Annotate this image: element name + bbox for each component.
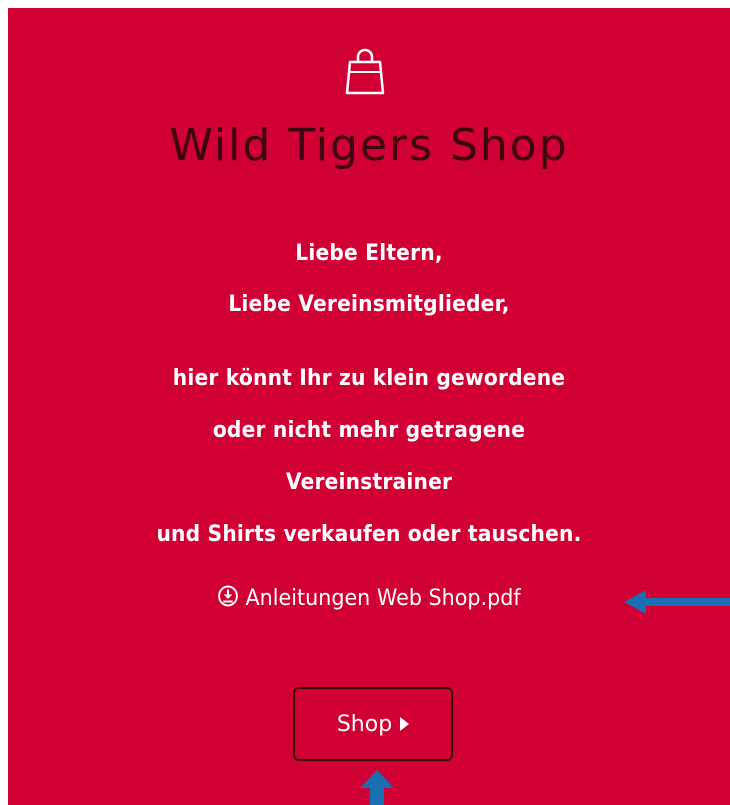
shop-panel: Wild Tigers Shop Liebe Eltern, Liebe Ver… (8, 8, 730, 805)
download-circle-icon (217, 585, 238, 607)
greeting-text: Liebe Eltern, Liebe Vereinsmitglieder, (37, 240, 701, 319)
message-line-1: hier könnt Ihr zu klein gewordene (172, 366, 566, 391)
shop-button-label: Shop (336, 711, 393, 737)
greeting-line-2: Liebe Vereinsmitglieder, (228, 292, 510, 317)
message-text: hier könnt Ihr zu klein gewordene oder n… (37, 365, 701, 573)
annotation-arrow-up-icon (360, 770, 394, 805)
message-line-3: Vereinstrainer (285, 470, 453, 495)
greeting-line-1: Liebe Eltern, (295, 241, 443, 266)
caret-right-icon (400, 717, 410, 731)
annotation-arrow-left-icon (624, 590, 730, 614)
shop-button[interactable]: Shop (293, 687, 453, 761)
page-title: Wild Tigers Shop (169, 120, 569, 171)
message-line-4: und Shirts verkaufen oder tauschen. (156, 522, 582, 547)
message-line-2: oder nicht mehr getragene (212, 418, 526, 443)
download-link-label: Anleitungen Web Shop.pdf (245, 586, 521, 611)
download-pdf-link[interactable]: Anleitungen Web Shop.pdf (30, 584, 709, 614)
shopping-bag-icon (345, 48, 385, 95)
